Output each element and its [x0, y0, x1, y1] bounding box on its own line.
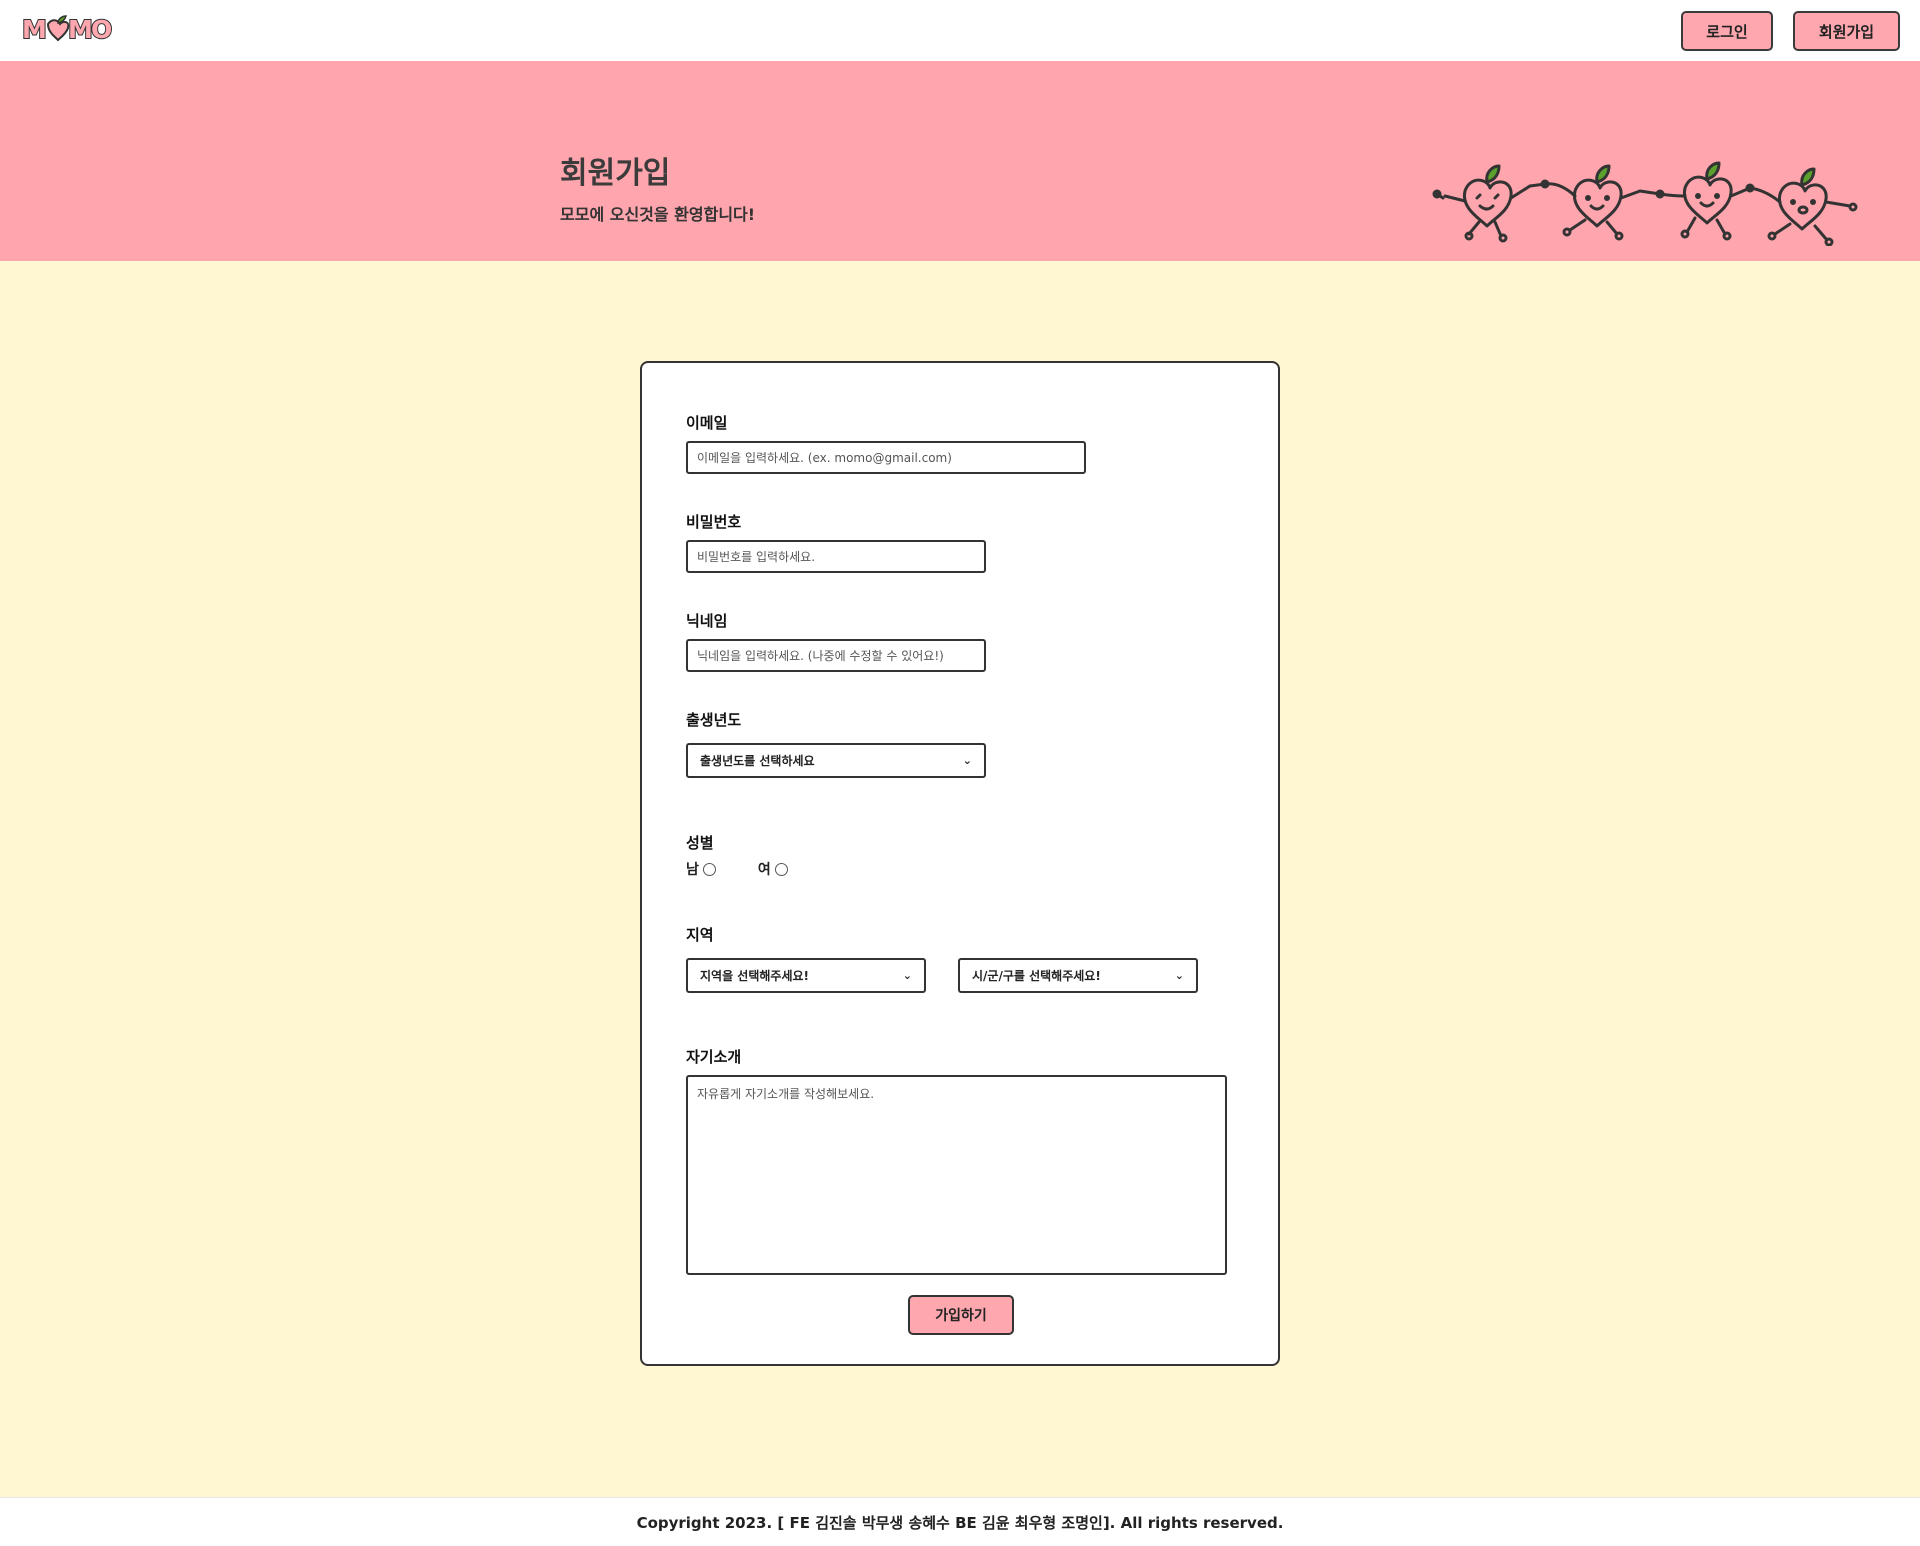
svg-text:M: M — [22, 15, 47, 42]
page-subtitle: 모모에 오신것을 환영합니다! — [560, 205, 756, 224]
gender-label: 성별 — [686, 834, 714, 852]
svg-text:O: O — [91, 15, 112, 42]
page-footer: Copyright 2023. [ FE 김진솔 박무생 송혜수 BE 김윤 최… — [0, 1497, 1920, 1546]
province-select[interactable]: 지역을 선택해주세요! ⌄ — [686, 958, 926, 993]
momo-logo-mark: M M O — [22, 14, 113, 42]
nickname-input[interactable] — [686, 639, 986, 672]
gender-options: 남 여 — [686, 859, 788, 879]
birth-year-label: 출생년도 — [686, 711, 742, 729]
chevron-down-icon: ⌄ — [902, 969, 912, 982]
intro-label: 자기소개 — [686, 1048, 742, 1066]
email-input[interactable] — [686, 441, 1086, 474]
region-label: 지역 — [686, 926, 714, 944]
gender-female-label: 여 — [757, 862, 771, 878]
gender-male-label: 남 — [686, 862, 699, 878]
page-banner: 회원가입 모모에 오신것을 환영합니다! — [0, 61, 1920, 261]
momo-logo[interactable]: M M O — [22, 14, 114, 42]
chevron-down-icon: ⌄ — [962, 754, 972, 767]
top-navigation-bar: M M O 로그인 회원가입 — [0, 0, 1920, 61]
district-selected: 시/군/구를 선택해주세요! — [972, 969, 1101, 983]
login-button[interactable]: 로그인 — [1681, 11, 1773, 51]
intro-textarea[interactable] — [686, 1075, 1227, 1275]
signup-button[interactable]: 회원가입 — [1793, 11, 1900, 51]
peach-icon — [46, 15, 70, 42]
gender-option-female[interactable]: 여 — [758, 859, 788, 879]
district-select[interactable]: 시/군/구를 선택해주세요! ⌄ — [958, 958, 1198, 993]
birth-year-select[interactable]: 출생년도를 선택하세요 ⌄ — [686, 743, 986, 778]
gender-female-radio[interactable] — [774, 862, 788, 876]
svg-text:M: M — [68, 15, 93, 42]
nickname-label: 닉네임 — [686, 612, 728, 630]
gender-male-radio[interactable] — [702, 862, 716, 876]
province-selected: 지역을 선택해주세요! — [700, 969, 810, 983]
gender-option-male[interactable]: 남 — [686, 859, 716, 879]
page-title: 회원가입 — [560, 156, 671, 191]
dancing-peaches-illustration — [1432, 161, 1858, 246]
password-input[interactable] — [686, 540, 986, 573]
copyright-text: Copyright 2023. [ FE 김진솔 박무생 송혜수 BE 김윤 최… — [636, 1513, 1284, 1532]
signup-form-card: 이메일 비밀번호 닉네임 출생년도 출생년도를 선택하세요 ⌄ 성별 남 여 지… — [640, 361, 1280, 1366]
email-label: 이메일 — [686, 414, 728, 432]
submit-signup-button[interactable]: 가입하기 — [908, 1295, 1014, 1335]
password-label: 비밀번호 — [686, 513, 742, 531]
chevron-down-icon: ⌄ — [1174, 969, 1184, 982]
birth-year-selected: 출생년도를 선택하세요 — [700, 754, 815, 768]
